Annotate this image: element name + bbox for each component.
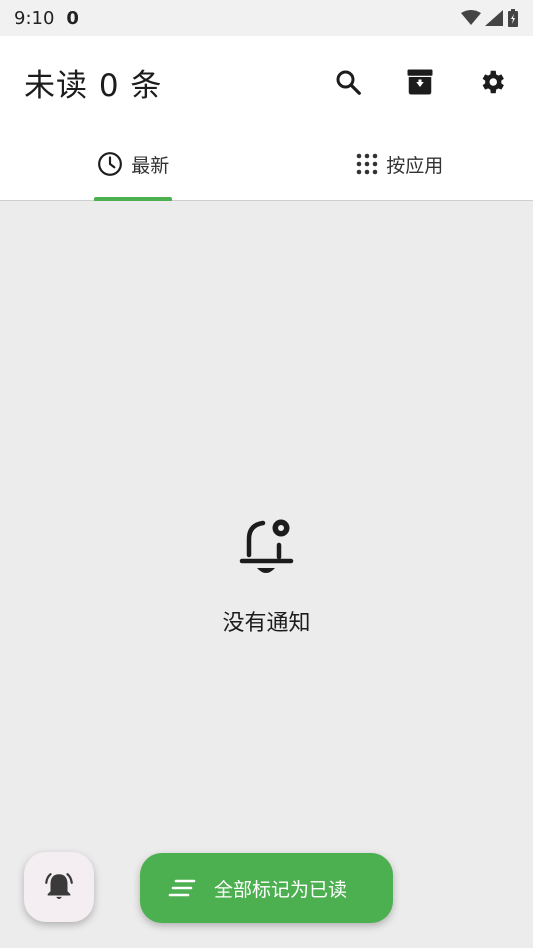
wifi-icon [461,10,481,25]
gear-icon [482,70,504,94]
bell-ring-icon [45,873,73,900]
settings-button[interactable] [475,65,509,99]
tab-by-app[interactable]: 按应用 [267,128,533,200]
clear-all-icon [168,879,196,897]
empty-state: 没有通知 [0,515,533,637]
app-bar: 未读 0 条 [0,36,533,128]
page-title: 未读 0 条 [24,67,163,104]
mark-all-read-button[interactable]: 全部标记为已读 [140,853,393,923]
signal-icon [485,10,503,26]
archive-icon [407,69,433,95]
clock-icon [98,152,123,176]
notification-settings-fab[interactable] [24,852,94,922]
battery-icon [508,9,518,27]
tab-bar: 最新 按应用 [0,128,533,201]
status-time: 9:10 [14,7,55,29]
search-icon [336,70,361,95]
tab-selected-indicator [94,197,173,201]
tab-latest[interactable]: 最新 [0,128,267,201]
grid-icon [356,153,378,175]
mark-all-read-label: 全部标记为已读 [214,878,348,901]
tab-by-app-label: 按应用 [386,154,444,177]
empty-state-message: 没有通知 [222,611,311,636]
status-indicator: 0 [66,7,79,29]
status-bar: 9:10 0 [0,0,533,36]
tab-latest-label: 最新 [131,154,170,177]
archive-button[interactable] [403,65,437,99]
bell-settings-icon [239,519,293,573]
search-button[interactable] [331,65,365,99]
